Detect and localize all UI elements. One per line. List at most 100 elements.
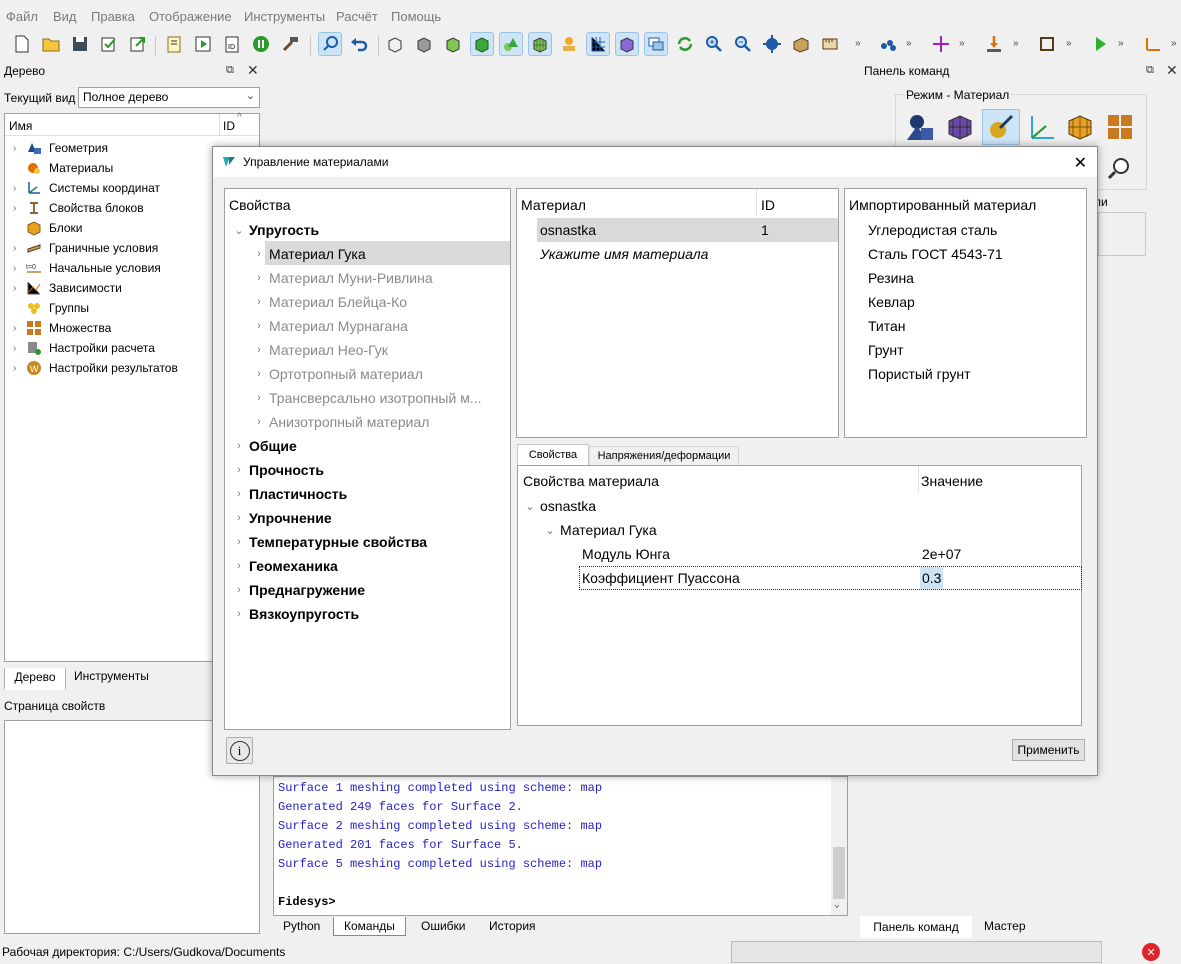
- tree-item-result-settings[interactable]: › W Настройки результатов: [13, 358, 178, 378]
- tree-col-name[interactable]: Имя: [9, 119, 32, 133]
- hammer-icon[interactable]: [278, 32, 302, 56]
- save-check-icon[interactable]: [97, 32, 121, 56]
- group-preload[interactable]: › Преднагружение: [229, 578, 365, 602]
- material-hooke[interactable]: › Материал Гука: [249, 242, 366, 266]
- crosshair-icon[interactable]: [929, 32, 953, 56]
- tree-item-materials[interactable]: Материалы: [13, 158, 113, 178]
- group-strength[interactable]: › Прочность: [229, 458, 324, 482]
- tab-history[interactable]: История: [489, 919, 536, 933]
- pause-icon[interactable]: [249, 32, 273, 56]
- script-edit-icon[interactable]: [162, 32, 186, 56]
- list-item[interactable]: Пористый грунт: [868, 366, 971, 382]
- list-item[interactable]: Грунт: [868, 342, 904, 358]
- new-material-placeholder[interactable]: Укажите имя материала: [540, 246, 708, 262]
- current-view-select[interactable]: Полное дерево ⌄: [78, 87, 260, 108]
- ruler-icon[interactable]: [818, 32, 842, 56]
- person-node-icon[interactable]: [557, 32, 581, 56]
- material-transversely-isotropic[interactable]: › Трансверсально изотропный м...: [249, 386, 481, 410]
- group-thermal[interactable]: › Температурные свойства: [229, 530, 427, 554]
- tree-item-sets[interactable]: › Множества: [13, 318, 111, 338]
- shapes-icon[interactable]: [499, 32, 523, 56]
- tab-commands[interactable]: Команды: [333, 917, 406, 936]
- mode-geometry-icon[interactable]: [903, 110, 937, 144]
- mode-inspect-icon[interactable]: [1103, 150, 1137, 184]
- tree-item-blocks[interactable]: Блоки: [13, 218, 83, 238]
- tab-stress-strain[interactable]: Напряжения/деформации: [589, 446, 739, 465]
- list-item[interactable]: Титан: [868, 318, 906, 334]
- material-murnaghan[interactable]: › Материал Мурнагана: [249, 314, 408, 338]
- prop-poisson-value[interactable]: 0.3: [920, 567, 944, 589]
- menu-help[interactable]: Помощь: [391, 9, 441, 24]
- group-geomechanics[interactable]: › Геомеханика: [229, 554, 338, 578]
- id-col-header[interactable]: ID: [761, 197, 775, 213]
- menu-calc[interactable]: Расчёт: [336, 9, 378, 24]
- tree-item-groups[interactable]: Группы: [13, 298, 89, 318]
- window-icon[interactable]: [644, 32, 668, 56]
- save-icon[interactable]: [68, 32, 92, 56]
- new-file-icon[interactable]: [10, 32, 34, 56]
- console-output[interactable]: Surface 1 meshing completed using scheme…: [273, 776, 848, 916]
- mode-axes-icon[interactable]: [1024, 110, 1058, 144]
- prop-youngs-modulus-value[interactable]: 2e+07: [922, 542, 961, 566]
- scrollbar-thumb[interactable]: [833, 847, 845, 899]
- material-blatz-ko[interactable]: › Материал Блейца-Ко: [249, 290, 407, 314]
- export-icon[interactable]: [126, 32, 150, 56]
- script-id-icon[interactable]: ID: [220, 32, 244, 56]
- mode-mesh-icon[interactable]: [943, 110, 977, 144]
- zoom-in-icon[interactable]: [702, 32, 726, 56]
- wire-cube-icon[interactable]: [383, 32, 407, 56]
- mode-material-icon[interactable]: [982, 109, 1020, 145]
- undo-icon[interactable]: [347, 32, 371, 56]
- pick-mode-icon[interactable]: [318, 32, 342, 56]
- material-neo-hooke[interactable]: › Материал Нео-Гук: [249, 338, 388, 362]
- tree-item-coordinate-systems[interactable]: › Системы координат: [13, 178, 160, 198]
- menu-view[interactable]: Вид: [53, 9, 77, 24]
- solid-cube-icon[interactable]: [470, 32, 494, 56]
- tree-item-calc-settings[interactable]: › Настройки расчета: [13, 338, 155, 358]
- frame-icon[interactable]: [1035, 32, 1059, 56]
- val-col-header[interactable]: Значение: [921, 473, 983, 489]
- apply-button[interactable]: Применить: [1012, 739, 1085, 761]
- console-scrollbar[interactable]: ⌄: [831, 777, 847, 915]
- run-script-icon[interactable]: [191, 32, 215, 56]
- tab-python[interactable]: Python: [283, 919, 320, 933]
- load-arrow-icon[interactable]: [982, 32, 1006, 56]
- run-icon[interactable]: [1088, 32, 1112, 56]
- list-item[interactable]: Резина: [868, 270, 914, 286]
- list-item[interactable]: Углеродистая сталь: [868, 222, 997, 238]
- tab-errors[interactable]: Ошибки: [421, 919, 466, 933]
- scroll-down-icon[interactable]: ⌄: [834, 899, 840, 911]
- dialog-close-icon[interactable]: ✕: [1074, 153, 1087, 173]
- group-hardening[interactable]: › Упрочнение: [229, 506, 331, 530]
- material-col-header[interactable]: Материал: [521, 197, 586, 213]
- axes-grid-icon[interactable]: [586, 32, 610, 56]
- info-button[interactable]: i: [226, 737, 253, 764]
- material-anisotropic[interactable]: › Анизотропный материал: [249, 410, 429, 434]
- list-item[interactable]: Кевлар: [868, 294, 915, 310]
- menu-tools[interactable]: Инструменты: [244, 9, 325, 24]
- brown-box-icon[interactable]: [789, 32, 813, 56]
- tree-col-id[interactable]: ID: [223, 119, 235, 133]
- open-folder-icon[interactable]: [39, 32, 63, 56]
- prop-col-header[interactable]: Свойства материала: [523, 473, 659, 489]
- purple-cube-icon[interactable]: [615, 32, 639, 56]
- tab-tools[interactable]: Инструменты: [66, 667, 157, 689]
- menu-edit[interactable]: Правка: [91, 9, 135, 24]
- tab-wizard[interactable]: Мастер: [976, 916, 1034, 938]
- console-prompt[interactable]: Fidesys>: [278, 895, 336, 909]
- group-plasticity[interactable]: › Пластичность: [229, 482, 347, 506]
- group-elasticity[interactable]: ⌄ Упругость: [229, 218, 319, 242]
- group-general[interactable]: › Общие: [229, 434, 297, 458]
- tab-command-panel[interactable]: Панель команд: [860, 916, 972, 938]
- table-row[interactable]: osnastka 1: [537, 218, 838, 242]
- green-cube-icon[interactable]: [441, 32, 465, 56]
- error-icon[interactable]: ✕: [1142, 943, 1160, 961]
- grey-cube-icon[interactable]: [412, 32, 436, 56]
- dock-float-icon[interactable]: ⧉: [226, 64, 234, 77]
- tab-properties[interactable]: Свойства: [517, 444, 589, 465]
- menu-file[interactable]: Файл: [6, 9, 38, 24]
- mesh-cube-icon[interactable]: [528, 32, 552, 56]
- tab-tree[interactable]: Дерево: [4, 668, 66, 690]
- tree-item-dependencies[interactable]: › Зависимости: [13, 278, 122, 298]
- group-viscoelasticity[interactable]: › Вязкоупругость: [229, 602, 359, 626]
